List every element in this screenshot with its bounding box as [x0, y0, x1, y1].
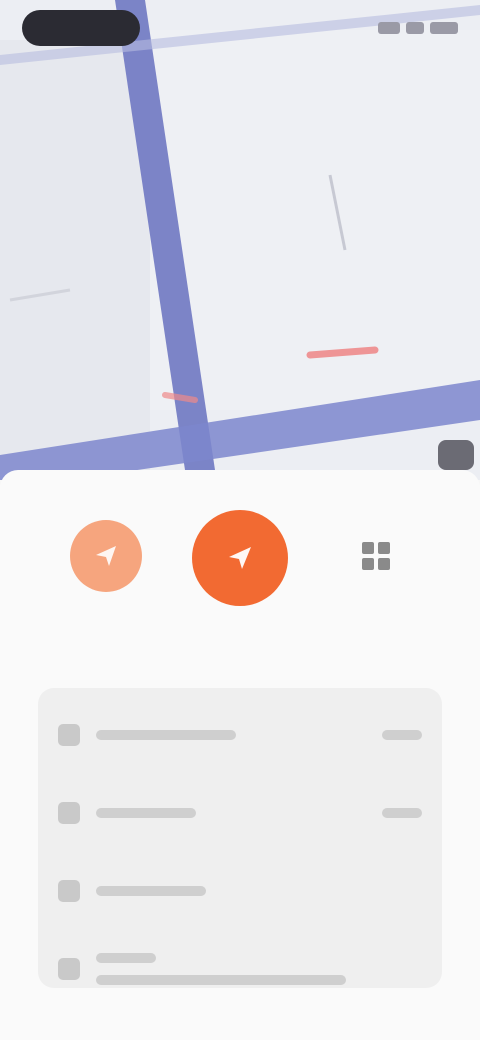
screen	[0, 0, 480, 1040]
grid-icon	[340, 520, 412, 592]
right-action-button[interactable]	[334, 520, 418, 620]
navigate-icon	[192, 510, 288, 606]
left-action-button[interactable]	[64, 520, 148, 620]
battery-icon	[430, 22, 458, 34]
location-icon	[58, 724, 80, 746]
info-icon	[58, 880, 80, 902]
right-action-label	[334, 604, 418, 620]
map-canvas[interactable]	[0, 0, 480, 480]
share-icon	[58, 958, 80, 980]
list-item[interactable]	[58, 852, 422, 930]
status-pill	[22, 10, 140, 46]
list-item[interactable]	[58, 696, 422, 774]
action-row	[0, 510, 480, 650]
bottom-sheet	[0, 470, 480, 1040]
center-action-label	[190, 618, 290, 634]
signal-icon	[378, 22, 400, 34]
map-layers-button[interactable]	[438, 440, 474, 470]
list-item[interactable]	[58, 930, 422, 1008]
left-action-label	[64, 604, 148, 620]
route-icon	[58, 802, 80, 824]
map-view[interactable]	[0, 0, 480, 480]
wifi-icon	[406, 22, 424, 34]
map-marker	[306, 346, 379, 359]
list-item[interactable]	[58, 774, 422, 852]
options-card	[38, 688, 442, 988]
center-action-button[interactable]	[190, 510, 290, 634]
status-indicators	[366, 18, 458, 38]
send-icon	[70, 520, 142, 592]
